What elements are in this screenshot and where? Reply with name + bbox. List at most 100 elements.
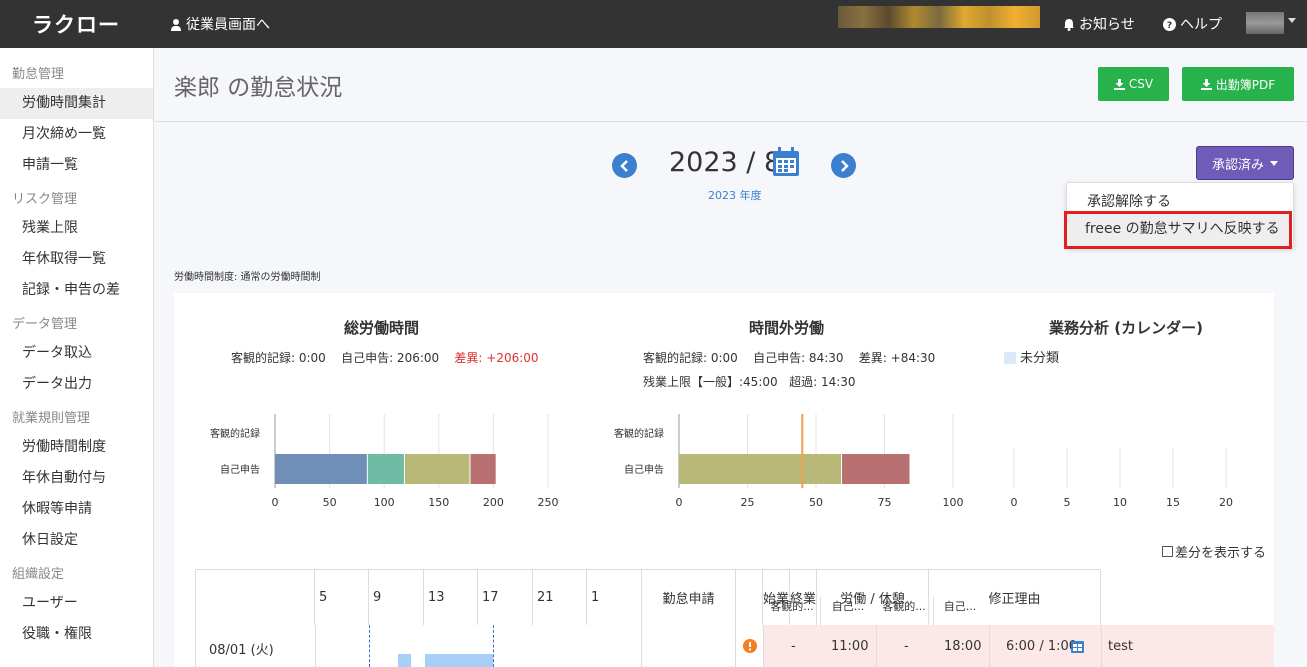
avatar[interactable] xyxy=(1246,12,1284,34)
sidebar-item-auto-leave[interactable]: 年休自動付与 xyxy=(0,463,153,494)
work-system-label: 労働時間制度: 通常の労働時間制 xyxy=(174,272,321,283)
pdf-label: 出勤簿PDF xyxy=(1215,77,1276,92)
caret-down-icon xyxy=(1270,160,1278,166)
start-self: 11:00 xyxy=(831,639,869,654)
work-break: 6:00 / 1:00 xyxy=(1006,639,1078,654)
sidebar-section-org: 組織設定 xyxy=(12,567,65,582)
sidebar-item-users[interactable]: ユーザー xyxy=(0,588,153,619)
sidebar-item-holidays[interactable]: 休日設定 xyxy=(0,525,153,556)
page-title: 楽郎 の勤怠状況 xyxy=(174,75,343,101)
notice-link[interactable]: お知らせ xyxy=(1063,14,1135,34)
start-self-subheader: 自己... xyxy=(831,600,865,613)
user-icon xyxy=(171,18,181,31)
timeline-marker xyxy=(493,625,494,667)
approved-label: 承認済み xyxy=(1211,157,1264,173)
analysis-legend: 未分類 xyxy=(1004,347,1059,366)
sidebar-item-requests[interactable]: 申請一覧 xyxy=(0,150,153,181)
sidebar-section-risk: リスク管理 xyxy=(12,192,78,207)
current-month: 2023 / 8 xyxy=(669,147,782,178)
legend-label-unclassified: 未分類 xyxy=(1020,351,1060,366)
overtime-over: 超過: 14:30 xyxy=(789,375,856,389)
timeline-tick: 21 xyxy=(532,569,587,626)
overtime-stats: 客観的記録: 0:00 自己申告: 84:30 差異: +84:30 xyxy=(643,349,935,366)
total-hours-title: 総労働時間 xyxy=(344,319,420,337)
end-objective: - xyxy=(904,639,909,654)
alert-icon[interactable] xyxy=(743,639,757,653)
sidebar-item-work-system[interactable]: 労働時間制度 xyxy=(0,432,153,463)
checkbox-box[interactable] xyxy=(1162,546,1173,557)
sidebar-item-leave-list[interactable]: 年休取得一覧 xyxy=(0,244,153,275)
caret-down-icon[interactable] xyxy=(1288,18,1296,23)
help-label: ヘルプ xyxy=(1180,17,1222,33)
divider xyxy=(315,625,316,667)
overtime-title: 時間外労働 xyxy=(749,319,825,337)
end-objective-subheader: 客観的... xyxy=(882,600,926,613)
employee-screen-label: 従業員画面へ xyxy=(186,17,270,33)
sidebar-item-roles[interactable]: 役職・権限 xyxy=(0,619,153,650)
bell-icon xyxy=(1064,18,1074,31)
reflect-freee-menu-item[interactable]: freee の勤怠サマリへ反映する xyxy=(1064,211,1292,249)
prev-month-button[interactable] xyxy=(612,153,637,178)
csv-label: CSV xyxy=(1128,77,1154,91)
download-icon xyxy=(1113,78,1125,90)
sidebar-item-monthly-close[interactable]: 月次締め一覧 xyxy=(0,119,153,150)
sidebar-item-data-export[interactable]: データ出力 xyxy=(0,369,153,400)
sidebar-item-leave-requests[interactable]: 休暇等申請 xyxy=(0,494,153,525)
sidebar-item-data-import[interactable]: データ取込 xyxy=(0,338,153,369)
attendance-pdf-button[interactable]: 出勤簿PDF xyxy=(1182,67,1294,101)
timeline-tick: 17 xyxy=(477,569,533,626)
download-icon xyxy=(1200,78,1212,90)
date-header xyxy=(195,569,315,626)
timeline-marker xyxy=(369,625,370,667)
timeline-tick: 13 xyxy=(423,569,478,626)
sidebar-item-record-diff[interactable]: 記録・申告の差 xyxy=(0,275,153,306)
show-diff-checkbox[interactable]: 差分を表示する xyxy=(1162,542,1266,561)
fiscal-year-link[interactable]: 2023 年度 xyxy=(708,187,762,203)
table-detail-icon[interactable] xyxy=(1071,641,1084,653)
total-objective: 客観的記録: 0:00 xyxy=(231,351,326,365)
app-logo[interactable]: ラクロー xyxy=(32,9,120,39)
employee-screen-link[interactable]: 従業員画面へ xyxy=(170,14,270,34)
analysis-title: 業務分析 (カレンダー) xyxy=(1049,319,1203,337)
user-name-blurred xyxy=(838,6,1040,28)
reason-text: test xyxy=(1108,639,1133,654)
divider xyxy=(876,625,877,667)
divider xyxy=(933,597,934,625)
divider xyxy=(1101,625,1102,667)
start-objective-subheader: 客観的... xyxy=(770,600,814,613)
show-diff-label: 差分を表示する xyxy=(1175,546,1267,561)
divider xyxy=(735,625,736,667)
timeline-tick: 1 xyxy=(586,569,642,626)
total-self: 自己申告: 206:00 xyxy=(341,351,440,365)
top-bar: ラクロー 従業員画面へ お知らせ ? ヘルプ xyxy=(0,0,1307,48)
timeline-bar xyxy=(425,654,493,667)
legend-swatch-unclassified xyxy=(1004,352,1016,364)
end-self: 18:00 xyxy=(944,639,982,654)
overtime-limit-stats: 残業上限【一般】:45:00 超過: 14:30 xyxy=(643,373,856,390)
question-circle-icon: ? xyxy=(1163,17,1176,31)
divider xyxy=(763,625,764,667)
total-hours-stats: 客観的記録: 0:00 自己申告: 206:00 差異: +206:00 xyxy=(231,349,539,366)
sidebar-item-working-hours[interactable]: 労働時間集計 xyxy=(0,88,153,119)
next-month-button[interactable] xyxy=(831,153,856,178)
csv-button[interactable]: CSV xyxy=(1098,67,1169,101)
approved-dropdown-button[interactable]: 承認済み xyxy=(1196,146,1294,180)
overtime-self: 自己申告: 84:30 xyxy=(753,351,844,365)
unapprove-menu-item[interactable]: 承認解除する xyxy=(1087,191,1171,211)
overtime-diff: 差異: +84:30 xyxy=(858,351,936,365)
table-row[interactable]: 08/01 (火) - 11:00 - 18:00 6:00 / 1:00 te… xyxy=(195,625,1274,667)
notice-label: お知らせ xyxy=(1079,17,1135,33)
timeline-bar xyxy=(398,654,411,667)
calendar-icon[interactable] xyxy=(772,147,800,177)
approval-dropdown-menu: 承認解除する freee の勤怠サマリへ反映する xyxy=(1064,182,1294,249)
row-date: 08/01 (火) xyxy=(209,643,274,658)
sidebar-section-rules: 就業規則管理 xyxy=(12,411,91,426)
help-link[interactable]: ? ヘルプ xyxy=(1163,14,1222,34)
divider xyxy=(820,597,821,625)
sidebar: 勤怠管理 労働時間集計 月次締め一覧 申請一覧 リスク管理 残業上限 年休取得一… xyxy=(0,48,154,667)
end-self-subheader: 自己... xyxy=(943,600,977,613)
divider xyxy=(641,625,642,667)
sidebar-item-overtime-limit[interactable]: 残業上限 xyxy=(0,213,153,244)
sidebar-section-data: データ管理 xyxy=(12,317,78,332)
total-diff: 差異: +206:00 xyxy=(454,351,539,365)
